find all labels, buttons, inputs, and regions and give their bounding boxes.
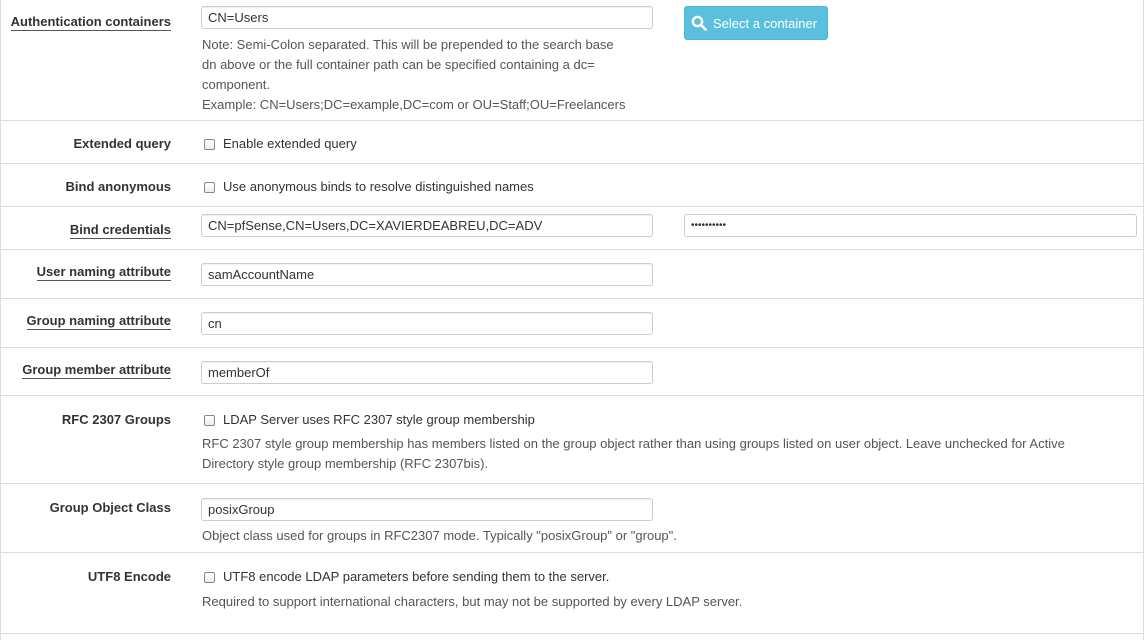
extended-query-label: Extended query xyxy=(73,136,171,151)
group-member-attribute-label: Group member attribute xyxy=(22,362,171,379)
help-line: RFC 2307 style group membership has memb… xyxy=(202,436,1065,451)
bind-credentials-label: Bind credentials xyxy=(69,222,171,239)
utf8-encode-checkbox-label: UTF8 encode LDAP parameters before sendi… xyxy=(223,569,610,584)
row-extended-query: Extended query Enable extended query xyxy=(1,121,1143,164)
bind-anonymous-label: Bind anonymous xyxy=(65,179,171,194)
extended-query-checkbox-label: Enable extended query xyxy=(223,136,357,151)
authentication-containers-label: Authentication containers xyxy=(10,14,171,31)
help-line: Directory style group membership (RFC 23… xyxy=(202,456,489,471)
extended-query-checkbox[interactable] xyxy=(204,139,215,150)
group-object-class-help: Object class used for groups in RFC2307 … xyxy=(202,528,677,543)
rfc2307-groups-help: RFC 2307 style group membership has memb… xyxy=(202,434,1137,474)
bind-credentials-user-input[interactable] xyxy=(201,214,653,237)
group-member-attribute-input[interactable] xyxy=(201,361,653,384)
rfc2307-groups-checkbox[interactable] xyxy=(204,415,215,426)
group-naming-attribute-label: Group naming attribute xyxy=(26,313,171,330)
select-container-button[interactable]: Select a container xyxy=(684,6,828,40)
row-utf8-encode: UTF8 Encode UTF8 encode LDAP parameters … xyxy=(1,553,1143,634)
row-authentication-containers: Authentication containers Note: Semi-Col… xyxy=(1,0,1143,121)
select-container-label: Select a container xyxy=(713,15,818,31)
row-group-object-class: Group Object Class Object class used for… xyxy=(1,484,1143,553)
utf8-encode-checkbox[interactable] xyxy=(204,572,215,583)
rfc2307-groups-label: RFC 2307 Groups xyxy=(61,412,171,427)
search-icon xyxy=(691,15,707,31)
help-line: Note: Semi-Colon separated. This will be… xyxy=(202,37,614,52)
bind-anonymous-checkbox[interactable] xyxy=(204,182,215,193)
user-naming-attribute-label: User naming attribute xyxy=(36,264,171,281)
group-object-class-input[interactable] xyxy=(201,498,653,521)
user-naming-attribute-input[interactable] xyxy=(201,263,653,286)
row-user-naming-attribute: User naming attribute xyxy=(1,250,1143,299)
row-bind-anonymous: Bind anonymous Use anonymous binds to re… xyxy=(1,164,1143,207)
authentication-containers-help: Note: Semi-Colon separated. This will be… xyxy=(202,35,626,115)
row-group-naming-attribute: Group naming attribute xyxy=(1,299,1143,348)
utf8-encode-label: UTF8 Encode xyxy=(87,569,171,584)
ldap-settings-form: Authentication containers Note: Semi-Col… xyxy=(0,0,1144,640)
group-naming-attribute-input[interactable] xyxy=(201,312,653,335)
help-line: component. xyxy=(202,77,270,92)
utf8-encode-help: Required to support international charac… xyxy=(202,594,743,609)
row-rfc2307-groups: RFC 2307 Groups LDAP Server uses RFC 230… xyxy=(1,396,1143,484)
group-object-class-label: Group Object Class xyxy=(49,500,171,515)
rfc2307-groups-checkbox-label: LDAP Server uses RFC 2307 style group me… xyxy=(223,412,535,427)
help-line: dn above or the full container path can … xyxy=(202,57,595,72)
bind-credentials-password-input[interactable]: •••••••••• xyxy=(684,214,1137,237)
row-group-member-attribute: Group member attribute xyxy=(1,348,1143,396)
bind-anonymous-checkbox-label: Use anonymous binds to resolve distingui… xyxy=(223,179,534,194)
authentication-containers-input[interactable] xyxy=(201,6,653,29)
help-line: Example: CN=Users;DC=example,DC=com or O… xyxy=(202,97,626,112)
